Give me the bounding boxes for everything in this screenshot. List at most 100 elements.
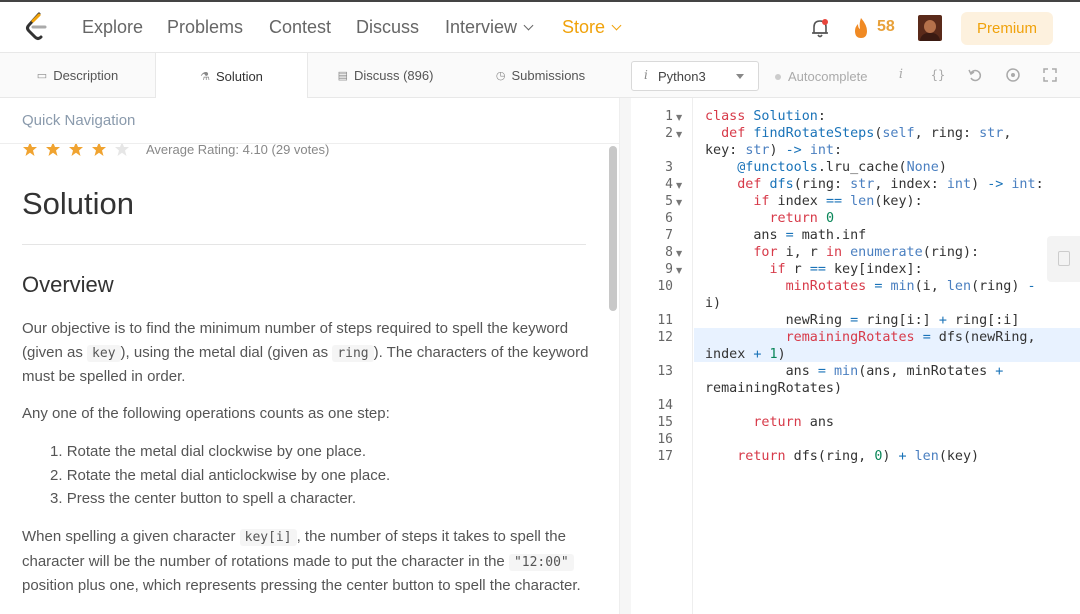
list-item: Press the center button to spell a chara… [50, 487, 390, 511]
line-number: 6 [665, 211, 673, 226]
overview-paragraph-1: Our objective is to find the minimum num… [22, 317, 592, 389]
fold-arrow-icon[interactable]: ▼ [676, 130, 682, 139]
flask-icon: ⚗ [200, 70, 210, 83]
line-number: 10 [657, 279, 673, 294]
code-line[interactable]: remainingRotates) [705, 380, 842, 397]
line-number: 11 [657, 313, 673, 328]
code-line[interactable]: return ans [705, 414, 834, 431]
section-heading: Overview [22, 272, 114, 297]
code-line[interactable]: index + 1) [705, 346, 786, 363]
fold-arrow-icon[interactable]: ▼ [676, 249, 682, 258]
nav-store[interactable]: Store [562, 17, 622, 38]
line-number: 4 [665, 177, 673, 192]
comment-icon: ▤ [337, 70, 348, 82]
overview-paragraph-3: When spelling a given character key[i], … [22, 525, 592, 598]
line-number: 9 [665, 262, 673, 277]
list-item: Rotate the metal dial clockwise by one p… [50, 440, 390, 464]
page-title: Solution [22, 186, 135, 221]
nav-contest[interactable]: Contest [269, 17, 331, 38]
text-span: When spelling a given character [22, 528, 240, 545]
side-panel-toggle[interactable] [1047, 236, 1080, 282]
chevron-down-icon [523, 20, 534, 31]
solution-panel: Quick Navigation Average Rating: 4.10 (2… [0, 98, 619, 614]
overview-paragraph-2: Any one of the following operations coun… [22, 405, 390, 422]
tab-solution-label: Solution [215, 68, 263, 84]
tab-submissions-label: Submissions [511, 68, 586, 83]
code-line[interactable]: key: str) -> int: [705, 142, 842, 159]
panel-resizer[interactable] [619, 98, 631, 614]
fold-arrow-icon[interactable]: ▼ [676, 198, 682, 207]
operations-list: Rotate the metal dial clockwise by one p… [50, 440, 391, 511]
line-number: 5 [665, 194, 673, 209]
average-rating-text: Average Rating: 4.10 (29 votes) [146, 142, 330, 157]
code-line[interactable]: def dfs(ring: str, index: int) -> int: [705, 176, 1043, 193]
code-line[interactable]: remainingRotates = dfs(newRing, [705, 329, 1036, 346]
fullscreen-icon[interactable] [1042, 67, 1058, 83]
nav-discuss[interactable]: Discuss [356, 17, 419, 38]
problem-tabbar: ▭ Description ⚗ Solution ▤ Discuss (896) ◷ S… [0, 53, 1080, 99]
top-navbar: Explore Problems Contest Discuss Intervi… [0, 0, 1080, 53]
notification-bell-icon[interactable] [809, 17, 831, 39]
nav-problems[interactable]: Problems [167, 17, 243, 38]
reset-icon[interactable] [967, 67, 983, 83]
clock-icon: ◷ [495, 70, 506, 82]
fold-arrow-icon[interactable]: ▼ [676, 113, 682, 122]
code-line[interactable]: class Solution: [705, 108, 826, 125]
line-number: 7 [665, 228, 673, 243]
inline-code: "12:00" [508, 553, 574, 571]
line-number: 16 [657, 432, 673, 447]
scrollbar[interactable] [609, 146, 617, 311]
user-avatar[interactable] [918, 15, 942, 41]
line-number: 8 [665, 245, 673, 260]
fold-arrow-icon[interactable]: ▼ [676, 266, 682, 275]
code-line[interactable]: return 0 [705, 210, 835, 227]
nav-interview[interactable]: Interview [445, 17, 534, 38]
autocomplete-toggle[interactable]: Autocomplete [775, 69, 868, 84]
document-icon: ▭ [36, 70, 48, 82]
tab-submissions[interactable]: ◷ Submissions [463, 53, 618, 98]
code-line[interactable]: if index == len(key): [705, 193, 922, 210]
code-line[interactable]: if r == key[index]: [705, 261, 923, 278]
line-number: 2 [665, 126, 673, 141]
code-line[interactable]: i) [705, 295, 721, 312]
inline-code: key [87, 344, 121, 362]
list-item: Rotate the metal dial anticlockwise by o… [50, 464, 391, 488]
settings-icon[interactable] [1005, 67, 1021, 83]
code-line[interactable]: newRing = ring[i:] + ring[:i] [705, 312, 1020, 329]
line-number: 15 [657, 415, 673, 430]
text-span: position plus one, which represents pres… [22, 577, 581, 594]
tab-description[interactable]: ▭ Description [0, 53, 155, 98]
fold-arrow-icon[interactable]: ▼ [676, 181, 682, 190]
nav-store-label: Store [562, 17, 606, 37]
line-number: 14 [657, 398, 673, 413]
language-select[interactable]: i Python3 [631, 61, 759, 91]
code-line[interactable]: return dfs(ring, 0) + len(key) [705, 448, 979, 465]
leetcode-logo-icon[interactable] [24, 12, 50, 42]
code-editor[interactable]: 1 ▼ 2 ▼ 3 4 ▼ 5 ▼ 6 7 8 ▼ 9 ▼ 10 11 12 13 14 1… [631, 98, 1080, 614]
premium-button[interactable]: Premium [961, 12, 1053, 45]
streak-count[interactable]: 58 [877, 18, 895, 36]
code-line[interactable]: def findRotateSteps(self, ring: str, [705, 125, 1011, 142]
tab-discuss-label: Discuss (896) [353, 68, 434, 83]
inline-code: key[i] [239, 529, 297, 546]
info-icon[interactable]: i [893, 67, 909, 83]
language-select-value: Python3 [658, 69, 706, 84]
nav-interview-label: Interview [445, 17, 518, 37]
code-line[interactable]: ans = min(ans, minRotates + [705, 363, 1004, 380]
code-line[interactable]: @functools.lru_cache(None) [705, 159, 947, 176]
quick-navigation[interactable]: Quick Navigation [0, 98, 619, 144]
tab-discuss[interactable]: ▤ Discuss (896) [308, 53, 463, 98]
divider [22, 244, 586, 245]
text-span: ), using the metal dial (given as [120, 343, 333, 361]
line-number: 17 [657, 449, 673, 464]
nav-explore[interactable]: Explore [82, 17, 143, 38]
braces-icon[interactable]: {} [930, 67, 946, 83]
chevron-down-icon [611, 20, 622, 31]
tab-solution[interactable]: ⚗ Solution [155, 53, 308, 99]
fire-streak-icon[interactable] [851, 17, 871, 39]
code-line[interactable]: ans = math.inf [705, 227, 866, 244]
line-number: 13 [657, 364, 673, 379]
code-line[interactable]: for i, r in enumerate(ring): [705, 244, 979, 261]
code-line[interactable]: minRotates = min(i, len(ring) - [705, 278, 1036, 295]
info-icon: i [644, 68, 648, 82]
